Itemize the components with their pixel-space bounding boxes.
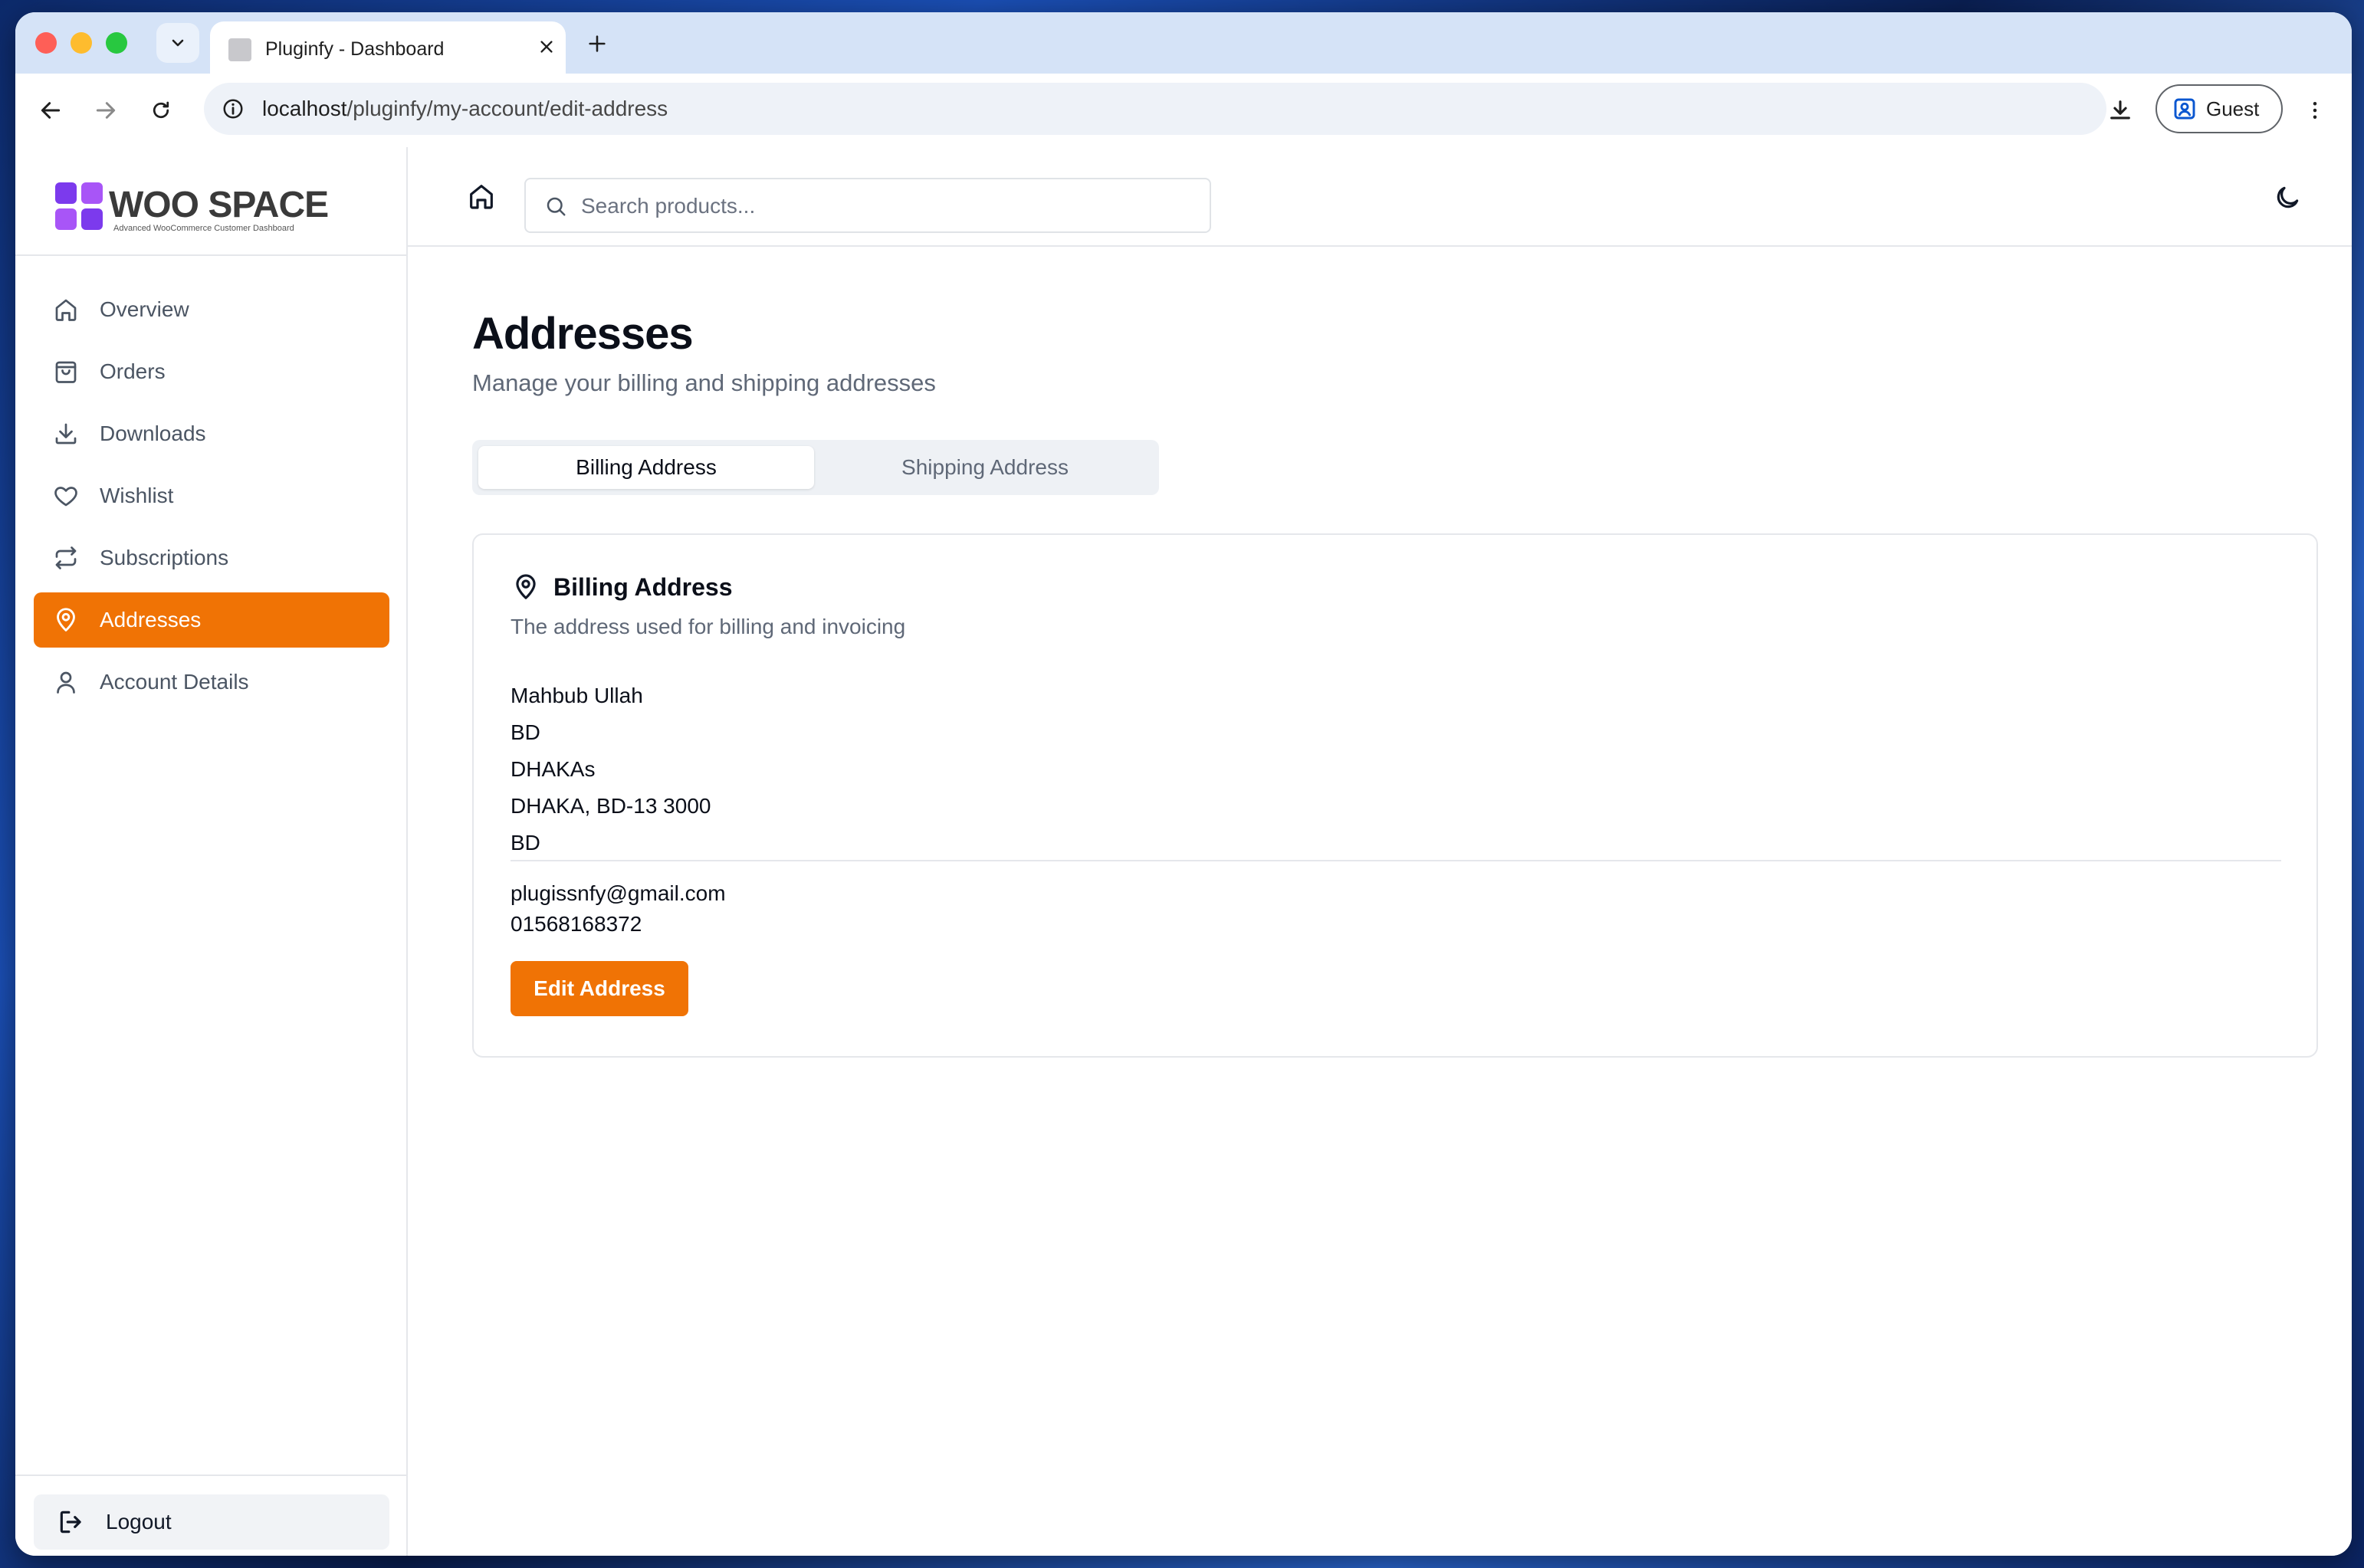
logout-label: Logout <box>106 1510 172 1534</box>
forward-button[interactable] <box>87 92 124 129</box>
arrow-right-icon <box>96 102 116 119</box>
heart-icon <box>51 481 81 511</box>
url-path: /pluginfy/my-account/edit-address <box>346 97 668 120</box>
address-bar[interactable]: localhost/pluginfy/my-account/edit-addre… <box>204 83 2106 135</box>
address-country: BD <box>511 831 540 855</box>
billing-address-card: Billing Address The address used for bil… <box>472 533 2318 1058</box>
site-info-icon[interactable] <box>221 97 245 121</box>
sidebar-item-orders[interactable]: Orders <box>34 344 389 399</box>
search-box[interactable] <box>524 178 1211 233</box>
close-icon <box>540 41 553 53</box>
shopping-bag-icon <box>51 356 81 387</box>
downloads-button[interactable] <box>2102 92 2139 129</box>
download-icon <box>51 418 81 449</box>
browser-toolbar: localhost/pluginfy/my-account/edit-addre… <box>15 74 2352 149</box>
profile-icon <box>2174 98 2195 120</box>
map-pin-icon <box>51 605 81 635</box>
sidebar-item-subscriptions[interactable]: Subscriptions <box>34 530 389 586</box>
url-host: localhost <box>262 97 347 120</box>
favicon-icon <box>228 38 251 61</box>
sidebar-item-label: Overview <box>100 297 189 321</box>
search-icon <box>543 193 569 219</box>
logout-button[interactable]: Logout <box>34 1494 389 1550</box>
sidebar: WOO SPACE Advanced WooCommerce Customer … <box>15 147 408 1556</box>
download-icon <box>2110 100 2130 120</box>
sidebar-item-label: Addresses <box>100 608 202 631</box>
browser-tab[interactable]: Pluginfy - Dashboard <box>210 21 566 74</box>
new-tab-button[interactable] <box>584 31 610 57</box>
divider <box>15 1475 406 1476</box>
brand-tagline: Advanced WooCommerce Customer Dashboard <box>113 224 294 233</box>
tab-shipping-address[interactable]: Shipping Address <box>817 446 1153 489</box>
brand-logo[interactable]: WOO SPACE Advanced WooCommerce Customer … <box>54 181 345 235</box>
back-button[interactable] <box>32 92 69 129</box>
more-vertical-icon <box>2313 102 2317 119</box>
page-subtitle: Manage your billing and shipping address… <box>472 369 936 396</box>
main-content: Addresses Manage your billing and shippi… <box>408 147 2352 1556</box>
url-text: localhost/pluginfy/my-account/edit-addre… <box>262 97 668 121</box>
maximize-window-button[interactable] <box>106 32 127 54</box>
close-window-button[interactable] <box>35 32 57 54</box>
arrow-left-icon <box>41 102 61 119</box>
tab-search-button[interactable] <box>156 23 199 63</box>
edit-address-button[interactable]: Edit Address <box>511 961 688 1016</box>
search-input[interactable] <box>580 187 1196 225</box>
sidebar-item-wishlist[interactable]: Wishlist <box>34 468 389 523</box>
address-line-2: DHAKAs <box>511 757 596 781</box>
tab-billing-address[interactable]: Billing Address <box>478 446 814 489</box>
tab-strip: Pluginfy - Dashboard <box>15 12 2352 74</box>
top-bar <box>408 147 2352 247</box>
sidebar-item-label: Subscriptions <box>100 546 229 569</box>
address-tabs: Billing Address Shipping Address <box>472 440 1159 495</box>
profile-button[interactable]: Guest <box>2156 84 2283 133</box>
tab-title: Pluginfy - Dashboard <box>265 38 445 60</box>
sidebar-item-downloads[interactable]: Downloads <box>34 406 389 461</box>
address-name: Mahbub Ullah <box>511 684 643 707</box>
sidebar-item-account-details[interactable]: Account Details <box>34 654 389 710</box>
address-phone: 01568168372 <box>511 912 642 936</box>
chevron-down-icon <box>172 39 184 47</box>
logout-icon <box>60 1511 81 1534</box>
theme-toggle-button[interactable] <box>2270 181 2304 215</box>
plus-icon <box>589 35 606 52</box>
repeat-icon <box>51 543 81 573</box>
home-icon <box>51 294 81 325</box>
minimize-window-button[interactable] <box>71 32 92 54</box>
browser-menu-button[interactable] <box>2297 92 2333 129</box>
sidebar-item-label: Downloads <box>100 422 206 445</box>
brand-name: WOO SPACE <box>109 185 329 225</box>
logo-mark-icon <box>55 182 103 230</box>
divider <box>511 860 2281 861</box>
address-email: plugissnfy@gmail.com <box>511 881 726 905</box>
page-title: Addresses <box>472 309 694 359</box>
address-city-state-zip: DHAKA, BD-13 3000 <box>511 794 711 818</box>
sidebar-item-label: Account Details <box>100 670 249 694</box>
moon-icon <box>2277 186 2299 208</box>
browser-window: Pluginfy - Dashboard localhost/pluginfy/… <box>15 12 2352 1556</box>
sidebar-item-overview[interactable]: Overview <box>34 282 389 337</box>
tab-close-button[interactable] <box>535 35 558 58</box>
user-icon <box>51 667 81 697</box>
address-line-1: BD <box>511 720 540 744</box>
profile-label: Guest <box>2206 97 2260 120</box>
card-description: The address used for billing and invoici… <box>511 615 906 638</box>
divider <box>15 254 406 256</box>
map-pin-icon <box>511 572 541 602</box>
home-button[interactable] <box>465 179 498 213</box>
home-icon <box>470 185 493 209</box>
sidebar-item-label: Wishlist <box>100 484 174 507</box>
sidebar-item-addresses[interactable]: Addresses <box>34 592 389 648</box>
card-title: Billing Address <box>553 573 733 601</box>
sidebar-item-label: Orders <box>100 359 166 383</box>
reload-button[interactable] <box>143 92 179 129</box>
reload-icon <box>153 101 169 119</box>
